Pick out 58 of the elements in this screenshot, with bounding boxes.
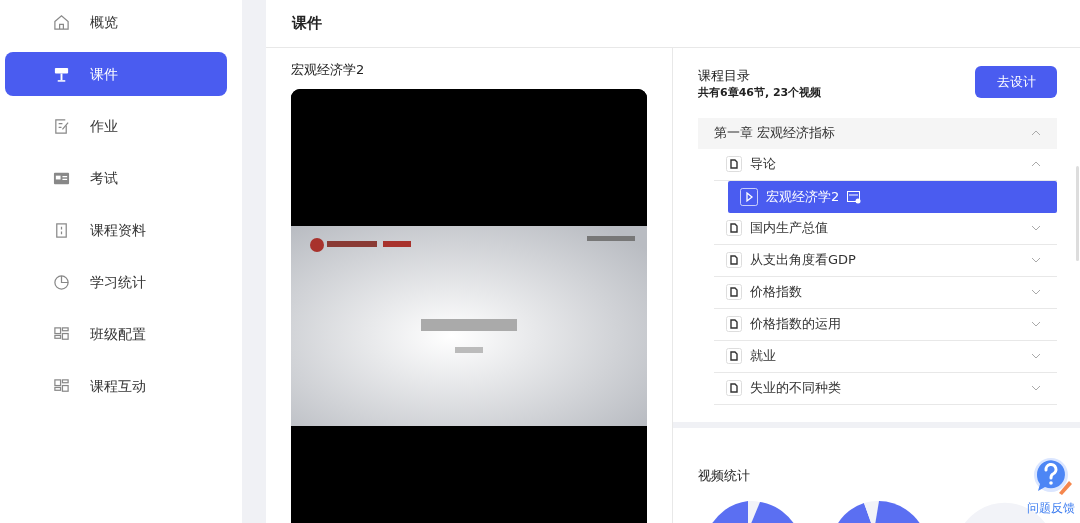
section-title: 导论 <box>750 155 776 174</box>
subtitle-icon <box>847 189 862 204</box>
chevron-down-icon[interactable] <box>1031 353 1041 359</box>
video-title: 宏观经济学2 <box>291 60 366 79</box>
chevron-down-icon[interactable] <box>1031 225 1041 231</box>
section-row[interactable]: 就业 <box>714 340 1057 373</box>
section-title: 从支出角度看GDP <box>750 251 856 270</box>
document-icon <box>726 316 742 332</box>
chevron-down-icon[interactable] <box>1031 321 1041 327</box>
catalog-title: 课程目录 <box>698 66 751 85</box>
lesson-title: 宏观经济学2 <box>766 187 840 206</box>
stats-title: 视频统计 <box>698 467 750 483</box>
section-row[interactable]: 价格指数的运用 <box>714 308 1057 341</box>
home-icon <box>53 13 70 31</box>
sidebar-item[interactable]: 概览 <box>5 0 227 44</box>
sidebar-item[interactable]: 作业 <box>5 104 227 148</box>
sidebar-item[interactable]: 课件 <box>5 52 227 96</box>
feedback-link[interactable]: 问题反馈 <box>1027 499 1075 517</box>
sidebar-item[interactable]: 课程互动 <box>5 364 227 408</box>
chevron-up-icon[interactable] <box>1031 130 1041 136</box>
sidebar-item[interactable]: 考试 <box>5 156 227 200</box>
document-icon <box>726 380 742 396</box>
grid-icon <box>53 377 70 395</box>
section-title: 失业的不同种类 <box>750 379 841 398</box>
document-icon <box>726 220 742 236</box>
chapter-title: 第一章 宏观经济指标 <box>714 124 836 143</box>
document-icon <box>726 156 742 172</box>
section-row[interactable]: 国内生产总值 <box>714 212 1057 245</box>
design-button[interactable]: 去设计 <box>975 65 1057 98</box>
section-row[interactable]: 价格指数 <box>714 276 1057 309</box>
chevron-down-icon[interactable] <box>1031 385 1041 391</box>
grid-icon <box>53 325 70 343</box>
sidebar-item[interactable]: 班级配置 <box>5 312 227 356</box>
chevron-down-icon[interactable] <box>1031 257 1041 263</box>
catalog-summary: 共有6章46节, 23个视频 <box>698 85 822 101</box>
sidebar-item[interactable]: 课程资料 <box>5 208 227 252</box>
page-title: 课件 <box>266 0 1080 48</box>
pie-chart-icon <box>53 273 70 291</box>
lectern-icon <box>53 65 70 83</box>
section-title: 价格指数的运用 <box>750 315 841 334</box>
edit-icon <box>53 117 70 135</box>
document-icon <box>726 252 742 268</box>
sidebar-item[interactable]: 学习统计 <box>5 260 227 304</box>
document-icon <box>726 284 742 300</box>
chevron-down-icon[interactable] <box>1031 289 1041 295</box>
play-icon <box>740 187 758 206</box>
lesson-row[interactable]: 宏观经济学2 <box>728 180 1057 213</box>
section-title: 就业 <box>750 347 776 366</box>
section-row[interactable]: 从支出角度看GDP <box>714 244 1057 277</box>
document-icon <box>53 221 70 239</box>
document-icon <box>726 348 742 364</box>
chevron-up-icon[interactable] <box>1031 161 1041 167</box>
chapter-row[interactable]: 第一章 宏观经济指标 <box>698 117 1057 149</box>
section-title: 国内生产总值 <box>750 219 828 238</box>
section-row[interactable]: 失业的不同种类 <box>714 372 1057 405</box>
section-row[interactable]: 导论 <box>714 148 1057 181</box>
scrollbar[interactable] <box>1076 165 1079 261</box>
section-title: 价格指数 <box>750 283 802 302</box>
